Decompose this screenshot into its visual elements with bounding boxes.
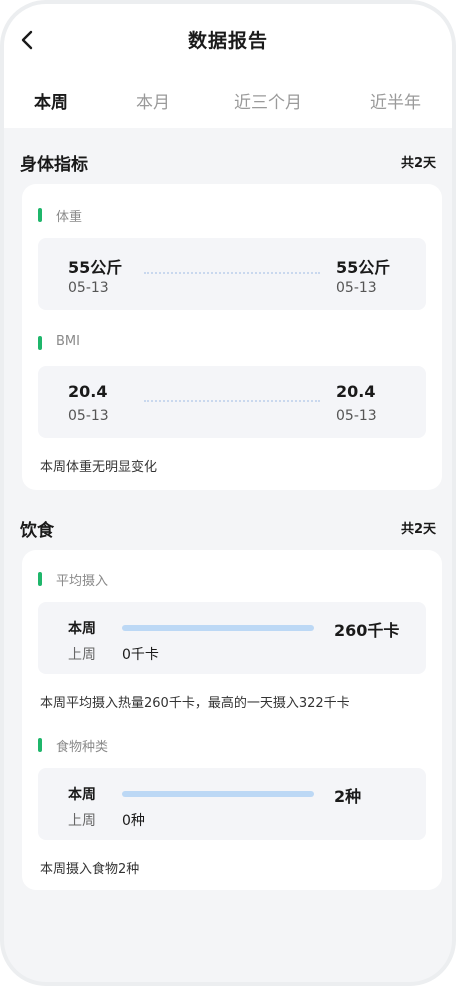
tab-this-month[interactable]: 本月 — [136, 88, 170, 113]
intake-summary: 本周平均摄入热量260千卡，最高的一天摄入322千卡 — [40, 696, 350, 711]
period-tabs: 本周 本月 近三个月 近半年 — [4, 88, 452, 122]
this-week-food-types-value: 2种 — [334, 787, 362, 806]
body-metrics-summary: 本周体重无明显变化 — [40, 460, 158, 475]
top-bar: 数据报告 本周 本月 近三个月 近半年 — [4, 4, 452, 128]
tab-label: 本月 — [136, 93, 170, 113]
weight-trend-line — [144, 272, 320, 274]
food-types-label: 食物种类 — [38, 736, 108, 755]
bmi-label: BMI — [38, 334, 80, 350]
section-title: 身体指标 — [20, 155, 88, 175]
tab-label: 近三个月 — [234, 93, 302, 113]
bmi-start-date: 05-13 — [68, 408, 109, 424]
tab-label: 近半年 — [370, 93, 421, 113]
tab-last-three-months[interactable]: 近三个月 — [234, 88, 302, 113]
diet-card: 平均摄入 本周 260千卡 上周 0千卡 本周平均摄入热量260千卡，最高的一天… — [22, 550, 442, 890]
body-metrics-card: 体重 55公斤 05-13 55公斤 05-13 BMI 20.4 05-13 … — [22, 184, 442, 490]
last-week-food-types-value: 0种 — [122, 813, 145, 829]
day-count: 共2天 — [400, 522, 436, 537]
last-week-label: 上周 — [68, 813, 96, 829]
accent-bar — [38, 738, 42, 752]
this-week-label: 本周 — [68, 787, 96, 803]
last-week-label: 上周 — [68, 647, 96, 663]
last-week-intake-value: 0千卡 — [122, 647, 159, 663]
tab-this-week[interactable]: 本周 — [34, 88, 70, 117]
day-count: 共2天 — [400, 156, 436, 171]
phone-frame: 数据报告 本周 本月 近三个月 近半年 身体指标 共2天 体重 55公斤 05-… — [0, 0, 456, 986]
weight-end-value: 55公斤 — [336, 258, 391, 277]
body-metrics-header: 身体指标 共2天 — [20, 150, 436, 175]
intake-panel: 本周 260千卡 上周 0千卡 — [38, 602, 426, 674]
weight-label: 体重 — [38, 206, 82, 225]
intake-label: 平均摄入 — [38, 570, 108, 589]
food-types-panel: 本周 2种 上周 0种 — [38, 768, 426, 840]
tab-last-half-year[interactable]: 近半年 — [370, 88, 421, 113]
weight-start-value: 55公斤 — [68, 258, 123, 277]
bmi-trend-line — [144, 400, 320, 402]
bmi-end-value: 20.4 — [336, 382, 376, 401]
this-week-label: 本周 — [68, 621, 96, 637]
this-week-food-types-bar — [122, 791, 314, 797]
accent-bar — [38, 572, 42, 586]
accent-bar — [38, 336, 42, 350]
weight-panel: 55公斤 05-13 55公斤 05-13 — [38, 238, 426, 310]
this-week-intake-bar — [122, 625, 314, 631]
food-types-summary: 本周摄入食物2种 — [40, 862, 140, 877]
bmi-panel: 20.4 05-13 20.4 05-13 — [38, 366, 426, 438]
this-week-intake-value: 260千卡 — [334, 621, 400, 640]
weight-end-date: 05-13 — [336, 280, 377, 296]
bmi-start-value: 20.4 — [68, 382, 108, 401]
tab-label: 本周 — [34, 93, 68, 113]
diet-header: 饮食 共2天 — [20, 516, 436, 541]
section-title: 饮食 — [20, 521, 54, 541]
accent-bar — [38, 208, 42, 222]
page-title: 数据报告 — [187, 30, 268, 52]
weight-start-date: 05-13 — [68, 280, 109, 296]
bmi-end-date: 05-13 — [336, 408, 377, 424]
